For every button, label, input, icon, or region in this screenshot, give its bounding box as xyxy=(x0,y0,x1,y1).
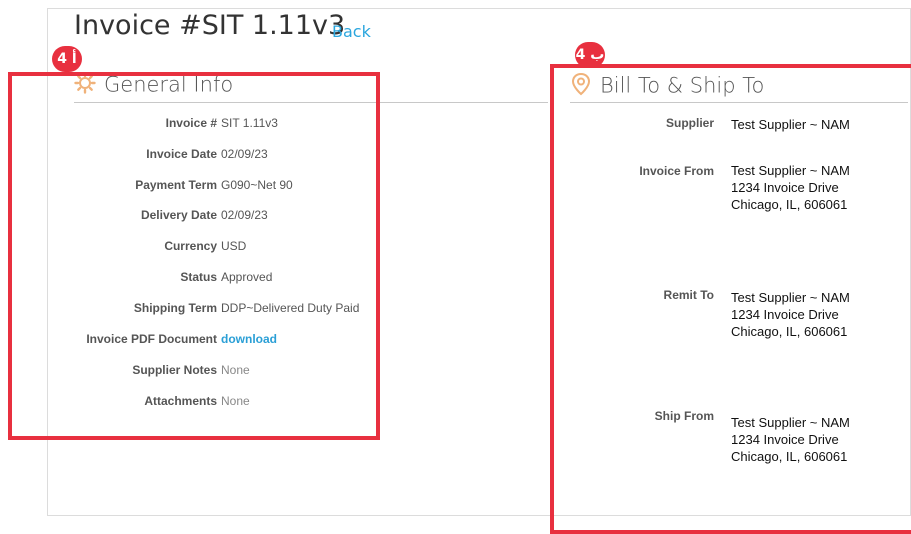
annotation-box-bill-ship xyxy=(550,64,911,534)
annotation-box-general-info xyxy=(8,72,380,440)
back-link[interactable]: Back xyxy=(332,22,371,41)
annotation-badge-left: 4 أ xyxy=(52,46,82,72)
page-title: Invoice #SIT 1.11v3 xyxy=(74,10,346,41)
annotation-badge-right: 4 ب xyxy=(575,42,605,68)
